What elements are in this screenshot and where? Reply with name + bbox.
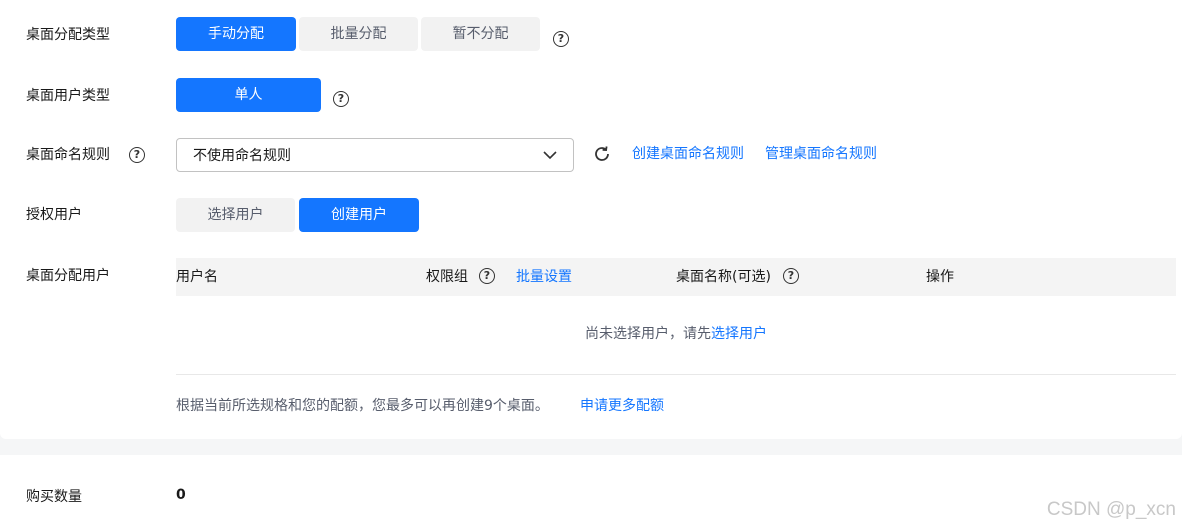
assign-users-label: 桌面分配用户 <box>26 268 110 284</box>
quota-note: 根据当前所选规格和您的配额，您最多可以再创建9个桌面。 <box>176 398 549 414</box>
empty-message: 尚未选择用户，请先选择用户 <box>176 324 1176 344</box>
column-actions: 操作 <box>926 269 954 285</box>
watermark: CSDN @p_xcn <box>1046 499 1176 520</box>
column-permission-group: 权限组 <box>426 269 468 285</box>
batch-settings-link[interactable]: 批量设置 <box>516 267 572 287</box>
create-users-button[interactable]: 创建用户 <box>299 198 419 232</box>
create-naming-rule-link[interactable]: 创建桌面命名规则 <box>632 144 744 164</box>
no-allocation-button[interactable]: 暂不分配 <box>421 17 540 51</box>
naming-rule-label: 桌面命名规则 <box>26 147 110 163</box>
empty-message-text: 尚未选择用户，请先 <box>585 326 711 342</box>
select-users-button[interactable]: 选择用户 <box>176 198 295 232</box>
batch-allocation-button[interactable]: 批量分配 <box>299 17 418 51</box>
authorized-users-label: 授权用户 <box>26 207 82 223</box>
allocation-type-label: 桌面分配类型 <box>26 27 110 43</box>
manual-allocation-button[interactable]: 手动分配 <box>176 17 296 51</box>
users-table-header: 用户名 权限组 ? 批量设置 桌面名称(可选) ? 操作 <box>176 258 1176 296</box>
users-table-empty: 尚未选择用户，请先选择用户 <box>176 296 1176 375</box>
naming-rule-value: 不使用命名规则 <box>193 148 291 164</box>
column-desktop-name: 桌面名称(可选) <box>676 269 771 285</box>
purchase-quantity-label: 购买数量 <box>26 489 82 505</box>
purchase-card: 购买数量 0 <box>0 455 1182 529</box>
desktop-config-card: 桌面分配类型 手动分配 批量分配 暂不分配 ? 桌面用户类型 单人 ? 桌面命名… <box>0 0 1182 439</box>
user-type-help-icon[interactable]: ? <box>333 91 349 107</box>
manage-naming-rule-link[interactable]: 管理桌面命名规则 <box>765 144 877 164</box>
request-quota-link[interactable]: 申请更多配额 <box>580 396 664 416</box>
allocation-help-icon[interactable]: ? <box>553 31 569 47</box>
naming-rule-help-icon[interactable]: ? <box>129 147 145 163</box>
refresh-icon[interactable] <box>593 145 611 163</box>
purchase-quantity-value: 0 <box>176 487 186 503</box>
chevron-down-icon <box>543 151 557 160</box>
select-users-link[interactable]: 选择用户 <box>711 326 767 342</box>
single-user-button[interactable]: 单人 <box>176 78 321 112</box>
naming-rule-select[interactable]: 不使用命名规则 <box>176 138 574 172</box>
column-username: 用户名 <box>176 269 218 285</box>
desktop-name-help-icon[interactable]: ? <box>783 268 799 284</box>
user-type-label: 桌面用户类型 <box>26 88 110 104</box>
permission-group-help-icon[interactable]: ? <box>479 268 495 284</box>
